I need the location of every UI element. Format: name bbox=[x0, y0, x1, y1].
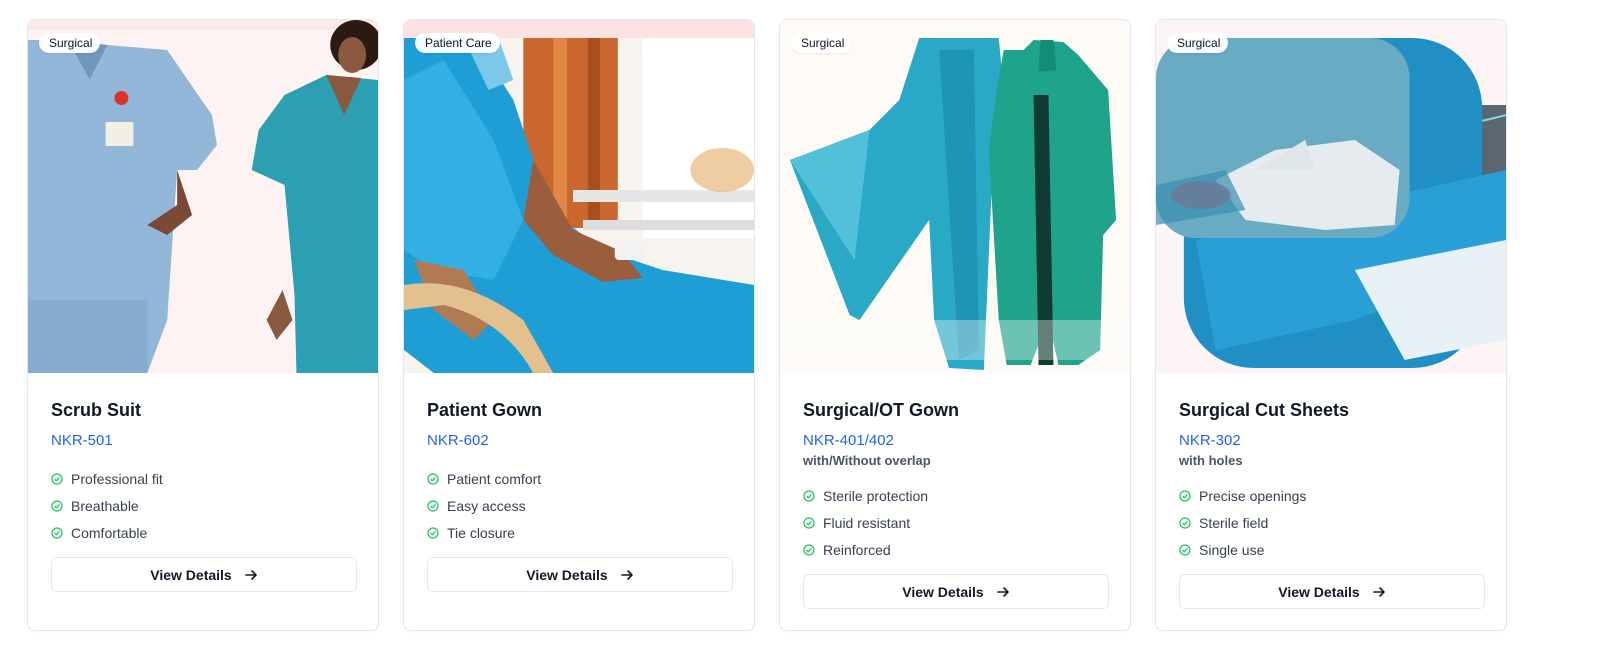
feature-item: Professional fit bbox=[51, 465, 355, 492]
product-code: NKR-501 bbox=[51, 432, 113, 449]
product-card-scrub-suit: Surgical Scrub Suit NKR-501 Professional… bbox=[27, 19, 379, 631]
product-grid: Surgical Scrub Suit NKR-501 Professional… bbox=[27, 19, 1507, 631]
check-circle-icon bbox=[51, 472, 63, 485]
product-image: Surgical bbox=[1156, 20, 1506, 373]
product-title: Scrub Suit bbox=[51, 400, 142, 420]
ot-gown-photo bbox=[780, 20, 1130, 373]
feature-label: Fluid resistant bbox=[823, 514, 911, 531]
feature-item: Tie closure bbox=[427, 519, 731, 546]
feature-label: Precise openings bbox=[1199, 487, 1307, 504]
feature-label: Sterile protection bbox=[823, 487, 929, 504]
feature-label: Easy access bbox=[447, 497, 526, 514]
product-image: Patient Care bbox=[404, 20, 754, 373]
product-card-cut-sheets: Surgical Surgical Cut Sheets NKR-302 wit… bbox=[1155, 19, 1507, 631]
feature-item: Precise openings bbox=[1179, 482, 1483, 509]
feature-item: Patient comfort bbox=[427, 465, 731, 492]
category-badge: Surgical bbox=[1167, 33, 1229, 53]
view-details-button[interactable]: View Details bbox=[1179, 574, 1485, 609]
view-details-button[interactable]: View Details bbox=[803, 574, 1109, 609]
feature-label: Patient comfort bbox=[447, 470, 542, 487]
feature-list: Sterile protection Fluid resistant Reinf… bbox=[803, 482, 1107, 563]
check-circle-icon bbox=[427, 472, 439, 485]
arrow-right-icon bbox=[1372, 586, 1385, 597]
product-card-ot-gown: Surgical Surgical/OT Gown NKR-401/402 wi… bbox=[779, 19, 1131, 631]
arrow-right-icon bbox=[996, 586, 1009, 597]
view-details-label: View Details bbox=[902, 583, 984, 600]
feature-label: Reinforced bbox=[823, 541, 891, 558]
view-details-label: View Details bbox=[526, 566, 608, 583]
category-badge: Patient Care bbox=[415, 33, 500, 53]
view-details-label: View Details bbox=[1278, 583, 1360, 600]
product-code: NKR-401/402 bbox=[803, 432, 894, 449]
view-details-button[interactable]: View Details bbox=[51, 557, 357, 592]
check-circle-icon bbox=[51, 499, 63, 512]
check-circle-icon bbox=[1179, 543, 1191, 556]
feature-item: Single use bbox=[1179, 536, 1483, 563]
feature-list: Precise openings Sterile field Single us… bbox=[1179, 482, 1483, 563]
product-subtitle: with holes bbox=[1179, 453, 1243, 468]
feature-item: Comfortable bbox=[51, 519, 355, 546]
check-circle-icon bbox=[427, 499, 439, 512]
scrub-suit-photo bbox=[28, 20, 378, 373]
feature-item: Fluid resistant bbox=[803, 509, 1107, 536]
feature-label: Professional fit bbox=[71, 470, 163, 487]
check-circle-icon bbox=[1179, 516, 1191, 529]
feature-label: Sterile field bbox=[1199, 514, 1269, 531]
patient-gown-photo bbox=[404, 20, 754, 373]
product-code: NKR-302 bbox=[1179, 432, 1241, 449]
product-image: Surgical bbox=[780, 20, 1130, 373]
product-subtitle: with/Without overlap bbox=[803, 453, 931, 468]
feature-label: Comfortable bbox=[71, 524, 148, 541]
arrow-right-icon bbox=[244, 569, 257, 580]
check-circle-icon bbox=[51, 526, 63, 539]
feature-item: Reinforced bbox=[803, 536, 1107, 563]
product-code: NKR-602 bbox=[427, 432, 489, 449]
product-title: Surgical Cut Sheets bbox=[1179, 400, 1350, 420]
feature-label: Breathable bbox=[71, 497, 139, 514]
feature-item: Sterile field bbox=[1179, 509, 1483, 536]
check-circle-icon bbox=[803, 516, 815, 529]
check-circle-icon bbox=[803, 543, 815, 556]
product-image: Surgical bbox=[28, 20, 378, 373]
view-details-label: View Details bbox=[150, 566, 232, 583]
cut-sheets-photo bbox=[1156, 20, 1506, 373]
product-title: Surgical/OT Gown bbox=[803, 400, 960, 420]
feature-label: Tie closure bbox=[447, 524, 515, 541]
check-circle-icon bbox=[427, 526, 439, 539]
product-card-patient-gown: Patient Care Patient Gown NKR-602 Patien… bbox=[403, 19, 755, 631]
feature-item: Breathable bbox=[51, 492, 355, 519]
category-badge: Surgical bbox=[39, 33, 101, 53]
check-circle-icon bbox=[1179, 489, 1191, 502]
check-circle-icon bbox=[803, 489, 815, 502]
category-badge: Surgical bbox=[791, 33, 853, 53]
feature-list: Patient comfort Easy access Tie closure bbox=[427, 465, 731, 546]
feature-label: Single use bbox=[1199, 541, 1265, 558]
product-title: Patient Gown bbox=[427, 400, 543, 420]
view-details-button[interactable]: View Details bbox=[427, 557, 733, 592]
feature-list: Professional fit Breathable Comfortable bbox=[51, 465, 355, 546]
arrow-right-icon bbox=[620, 569, 633, 580]
feature-item: Sterile protection bbox=[803, 482, 1107, 509]
feature-item: Easy access bbox=[427, 492, 731, 519]
